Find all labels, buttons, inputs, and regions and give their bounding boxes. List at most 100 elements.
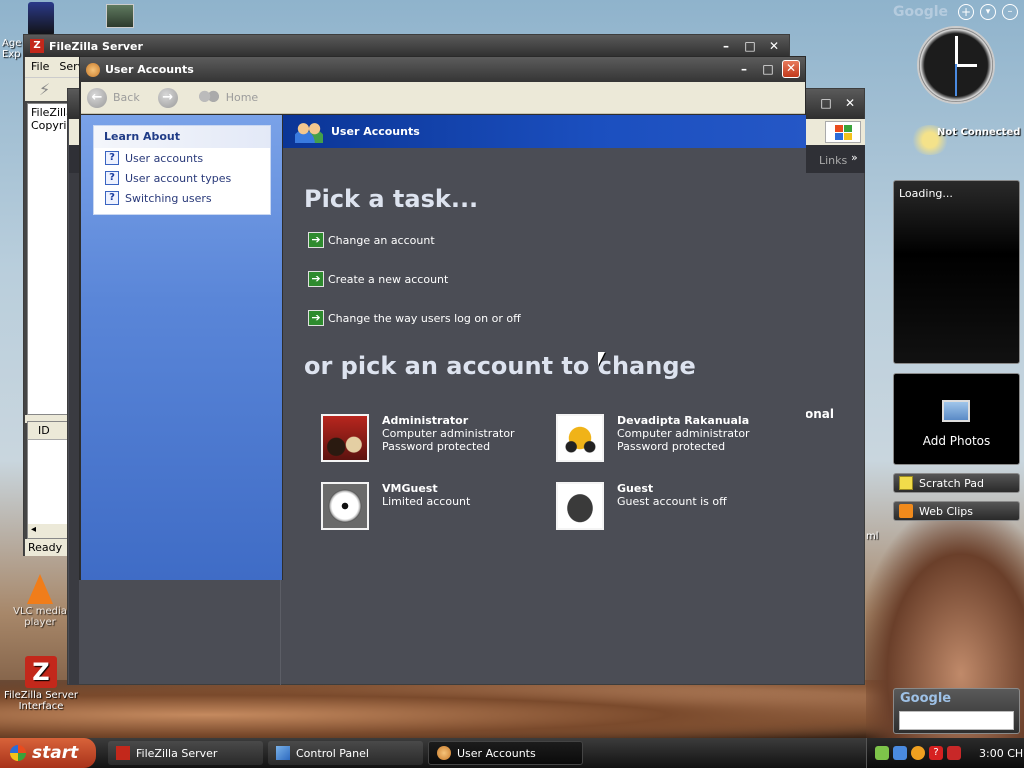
account-name: VMGuest [382, 482, 438, 495]
filezilla-minimize-button[interactable]: – [718, 39, 734, 53]
clock-second-hand [955, 64, 957, 96]
desktop-icon-label-filezilla: FileZilla Server Interface [3, 690, 79, 712]
tray-help-icon[interactable]: ? [929, 746, 943, 760]
taskbar-item-control-panel[interactable]: Control Panel [268, 741, 423, 765]
ua-close-button[interactable]: ✕ [782, 60, 800, 78]
task-change-logon[interactable]: ➔ Change the way users log on or off [308, 310, 521, 326]
race-car-icon [556, 414, 604, 462]
help-icon: ? [105, 171, 119, 185]
learn-item-label: Switching users [125, 191, 212, 205]
google-search-input[interactable] [899, 711, 1014, 730]
back-button[interactable]: Back [113, 91, 140, 104]
partial-text: onal [805, 407, 834, 421]
learn-item-account-types[interactable]: ? User account types [94, 168, 270, 188]
links-chevron-icon[interactable]: » [851, 151, 858, 164]
tray-sidebar-icon[interactable] [893, 746, 907, 760]
forward-arrow-icon[interactable]: → [157, 87, 178, 108]
vlc-cone-icon [27, 574, 53, 604]
clock-minute-hand [955, 36, 958, 66]
filezilla-maximize-button[interactable]: □ [742, 39, 758, 53]
start-label: start [32, 743, 79, 763]
photos-gadget[interactable]: Add Photos [893, 373, 1020, 465]
taskbar-item-label: Control Panel [296, 746, 369, 760]
ua-main-header: User Accounts [283, 115, 806, 148]
taskbar-item-filezilla[interactable]: FileZilla Server [108, 741, 263, 765]
chess-pieces-icon [321, 414, 369, 462]
filezilla-app-icon: Z [30, 39, 44, 53]
task-change-account[interactable]: ➔ Change an account [308, 232, 435, 248]
start-button[interactable]: start [0, 738, 96, 768]
loading-text: Loading... [899, 187, 953, 200]
filezilla-icon: Z [25, 656, 57, 688]
pick-account-heading: or pick an account to change [304, 352, 696, 380]
account-status: Password protected [617, 440, 726, 453]
filezilla-close-button[interactable]: ✕ [766, 39, 782, 53]
green-arrow-icon: ➔ [308, 310, 324, 326]
lightning-icon[interactable]: ⚡ [39, 80, 50, 99]
home-button[interactable]: Home [226, 91, 258, 104]
scratch-pad-gadget[interactable]: Scratch Pad [893, 473, 1020, 493]
control-panel-maximize-button[interactable]: □ [818, 96, 834, 110]
account-administrator[interactable]: Administrator Computer administrator Pas… [321, 414, 515, 462]
account-type: Computer administrator [617, 427, 750, 440]
scratch-pad-icon [899, 476, 913, 490]
account-name: Devadipta Rakanuala [617, 414, 750, 427]
agent-icon [28, 2, 54, 36]
sidebar-google-logo: Google [893, 4, 949, 20]
ua-main-pane: User Accounts Pick a task... ➔ Change an… [283, 115, 806, 580]
learn-item-switching-users[interactable]: ? Switching users [94, 188, 270, 208]
tray-app-icon[interactable] [911, 746, 925, 760]
user-accounts-title: User Accounts [105, 63, 194, 76]
green-arrow-icon: ➔ [308, 271, 324, 287]
user-accounts-window[interactable]: User Accounts – □ ✕ ← Back → Home Learn … [79, 56, 806, 580]
links-label[interactable]: Links [819, 154, 847, 167]
tray-network-icon[interactable] [875, 746, 889, 760]
clock-gadget [917, 26, 995, 104]
taskbar-item-user-accounts[interactable]: User Accounts [428, 741, 583, 765]
ua-maximize-button[interactable]: □ [760, 62, 776, 76]
filezilla-menubar: File Serv [25, 57, 85, 77]
account-devadipta[interactable]: Devadipta Rakanuala Computer administrat… [556, 414, 750, 462]
users-icon [295, 120, 323, 143]
control-panel-close-button[interactable]: ✕ [842, 96, 858, 110]
desktop-icon-vlc[interactable]: VLC media player [8, 574, 72, 628]
photo-icon [942, 400, 970, 422]
control-panel-divider [280, 579, 281, 685]
back-arrow-icon[interactable]: ← [87, 87, 107, 108]
tray-security-icon[interactable] [947, 746, 961, 760]
sidebar-menu-icon[interactable]: ▾ [980, 4, 996, 20]
sidebar-add-icon[interactable]: + [958, 4, 974, 20]
system-tray: ? 3:00 CH [866, 738, 1024, 768]
suitcase-icon [556, 482, 604, 530]
home-users-icon[interactable] [197, 89, 220, 106]
ua-header-title: User Accounts [331, 125, 420, 138]
account-vmguest[interactable]: VMGuest Limited account [321, 482, 470, 530]
user-accounts-icon [437, 746, 451, 760]
monitor-icon[interactable] [106, 4, 134, 28]
sidebar-minimize-icon[interactable]: – [1002, 4, 1018, 20]
desktop-icon-agent[interactable] [0, 2, 54, 38]
account-name: Administrator [382, 414, 469, 427]
tray-clock[interactable]: 3:00 CH [979, 747, 1023, 760]
mouse-cursor-icon [598, 352, 605, 366]
control-panel-icon [276, 746, 290, 760]
user-accounts-titlebar[interactable]: User Accounts [80, 57, 805, 82]
learn-item-user-accounts[interactable]: ? User accounts [94, 148, 270, 168]
menu-file[interactable]: File [31, 60, 49, 74]
control-panel-left-edge [69, 173, 79, 685]
partial-icon-label: ml [866, 531, 879, 542]
filezilla-icon [116, 746, 130, 760]
account-guest[interactable]: Guest Guest account is off [556, 482, 727, 530]
help-icon: ? [105, 191, 119, 205]
taskbar-item-label: User Accounts [457, 746, 536, 760]
web-clips-label: Web Clips [919, 504, 973, 518]
task-create-account[interactable]: ➔ Create a new account [308, 271, 448, 287]
task-label: Change the way users log on or off [328, 311, 521, 325]
ua-minimize-button[interactable]: – [736, 62, 752, 76]
web-clips-gadget[interactable]: Web Clips [893, 501, 1020, 521]
pick-task-heading: Pick a task... [304, 185, 479, 213]
learn-about-box: Learn About ? User accounts ? User accou… [93, 125, 271, 215]
account-status: Password protected [382, 440, 491, 453]
add-photos-label: Add Photos [922, 434, 991, 448]
filezilla-titlebar[interactable]: Z FileZilla Server [24, 35, 789, 57]
